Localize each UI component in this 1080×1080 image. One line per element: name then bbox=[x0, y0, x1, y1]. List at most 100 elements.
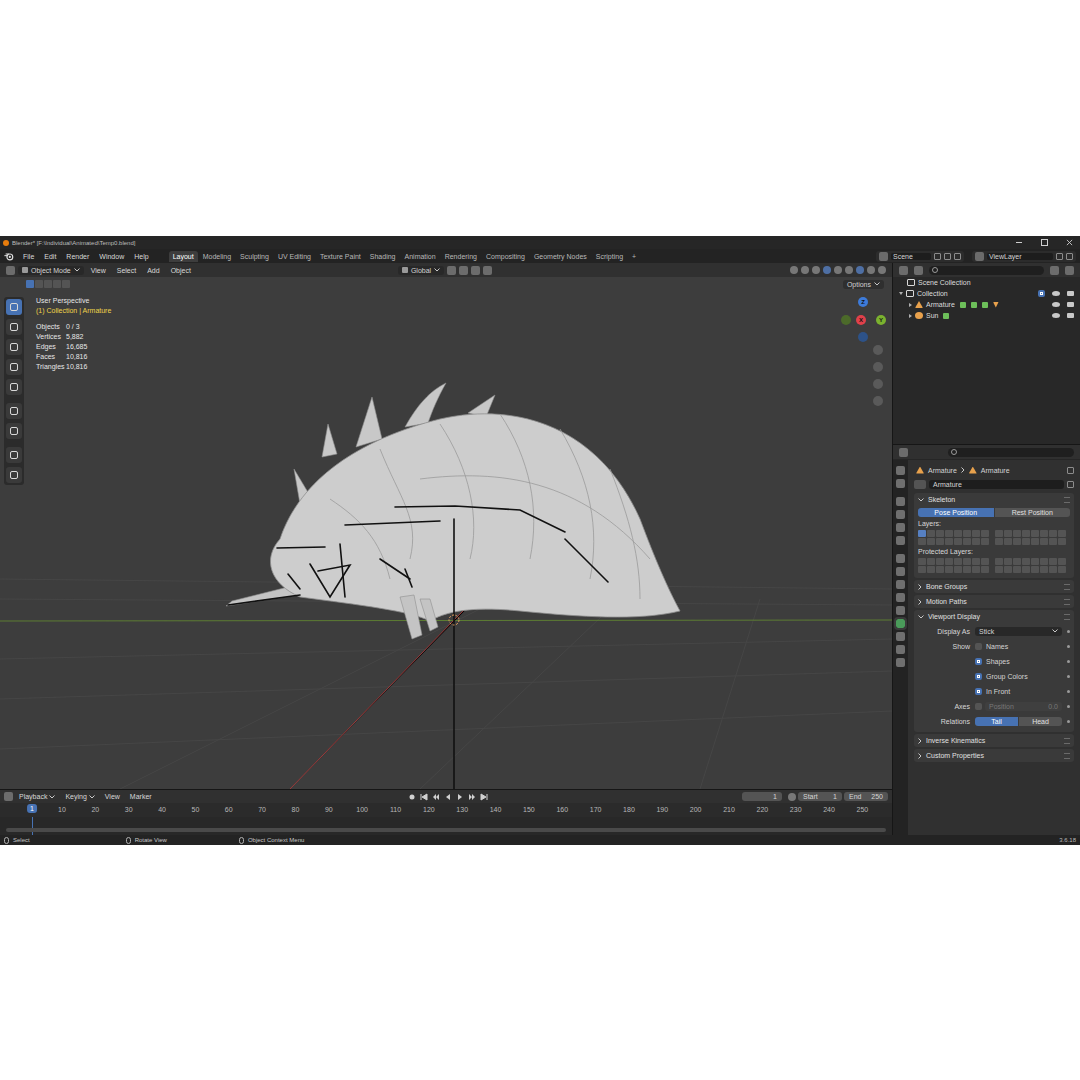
layer-toggle[interactable] bbox=[1058, 538, 1066, 545]
camera-icon[interactable] bbox=[1067, 302, 1074, 307]
physics-tab-icon[interactable] bbox=[896, 593, 905, 602]
pose-icon[interactable] bbox=[960, 302, 966, 308]
layer-toggle[interactable] bbox=[927, 530, 935, 537]
gizmo-icon[interactable] bbox=[812, 266, 820, 274]
browse-data-icon[interactable] bbox=[914, 480, 926, 489]
start-frame-field[interactable]: Start1 bbox=[798, 792, 842, 801]
protected-layer-toggle[interactable] bbox=[1013, 558, 1021, 565]
timeline-menu[interactable]: Keying bbox=[61, 793, 98, 800]
neg-y-axis-icon[interactable] bbox=[841, 315, 851, 325]
wireframe-icon[interactable] bbox=[845, 266, 853, 274]
keyframe-dot-icon[interactable] bbox=[1067, 720, 1070, 723]
jump-end-icon[interactable] bbox=[480, 793, 488, 801]
fake-user-icon[interactable] bbox=[1067, 481, 1074, 488]
outliner-row[interactable]: Sun bbox=[893, 310, 1080, 321]
select-box-icon[interactable] bbox=[6, 299, 22, 315]
timeline-menu[interactable]: View bbox=[101, 793, 124, 800]
orientation-dropdown[interactable]: Global bbox=[398, 266, 444, 275]
solid-icon[interactable] bbox=[856, 266, 864, 274]
neg-z-axis-icon[interactable] bbox=[858, 332, 868, 342]
texture-tab-icon[interactable] bbox=[896, 658, 905, 667]
measure-icon[interactable] bbox=[6, 447, 22, 463]
relation-button[interactable]: Tail bbox=[975, 717, 1018, 726]
layer-toggle[interactable] bbox=[945, 538, 953, 545]
workspace-tab[interactable]: Rendering bbox=[441, 251, 481, 262]
menu-item[interactable]: Edit bbox=[40, 253, 60, 260]
select-intersect-icon[interactable] bbox=[62, 280, 70, 288]
layer-toggle[interactable] bbox=[927, 538, 935, 545]
layer-toggle[interactable] bbox=[1031, 530, 1039, 537]
protected-layer-toggle[interactable] bbox=[1040, 558, 1048, 565]
render-tab-icon[interactable] bbox=[896, 479, 905, 488]
rendered-icon[interactable] bbox=[878, 266, 886, 274]
collection-tab-icon[interactable] bbox=[896, 554, 905, 563]
panel-header[interactable]: Viewport Display bbox=[914, 610, 1074, 623]
layer-toggle[interactable] bbox=[1040, 530, 1048, 537]
light-data-icon[interactable] bbox=[943, 313, 949, 319]
timeline-scrollbar[interactable] bbox=[6, 828, 886, 832]
maximize-icon[interactable] bbox=[1033, 236, 1055, 249]
armature-data-tab-icon[interactable] bbox=[896, 619, 905, 628]
protected-layer-toggle[interactable] bbox=[981, 566, 989, 573]
workspace-tab[interactable]: Texture Paint bbox=[316, 251, 365, 262]
cursor-icon[interactable] bbox=[6, 319, 22, 335]
pin-icon[interactable] bbox=[1067, 467, 1074, 474]
3d-viewport[interactable]: Object Mode ViewSelectAddObjectGlobal Op… bbox=[0, 263, 892, 789]
layer-toggle[interactable] bbox=[1013, 530, 1021, 537]
outliner-row[interactable]: Armature bbox=[893, 299, 1080, 310]
new-collection-icon[interactable] bbox=[1065, 266, 1074, 275]
protected-layer-toggle[interactable] bbox=[927, 558, 935, 565]
remove-icon[interactable] bbox=[1066, 253, 1073, 260]
axis-ball[interactable]: Z bbox=[858, 297, 868, 307]
protected-layer-toggle[interactable] bbox=[927, 566, 935, 573]
protected-layer-toggle[interactable] bbox=[1040, 566, 1048, 573]
keyframe-dot-icon[interactable] bbox=[1067, 675, 1070, 678]
relation-button[interactable]: Head bbox=[1019, 717, 1062, 726]
protected-layer-toggle[interactable] bbox=[963, 558, 971, 565]
blender-menu-icon[interactable] bbox=[4, 252, 14, 261]
protected-layer-toggle[interactable] bbox=[936, 566, 944, 573]
select-new-icon[interactable] bbox=[26, 280, 34, 288]
keyframe-dot-icon[interactable] bbox=[1067, 630, 1070, 633]
copy-icon[interactable] bbox=[1056, 253, 1063, 260]
protected-layer-toggle[interactable] bbox=[918, 566, 926, 573]
show-option[interactable]: In Front bbox=[975, 688, 1062, 695]
layer-toggle[interactable] bbox=[972, 530, 980, 537]
panel-header[interactable]: Motion Paths bbox=[914, 595, 1074, 608]
scene-tab-icon[interactable] bbox=[896, 523, 905, 532]
keyframe-dot-icon[interactable] bbox=[1067, 690, 1070, 693]
protected-layer-toggle[interactable] bbox=[1049, 566, 1057, 573]
overlay-icon[interactable] bbox=[823, 266, 831, 274]
viewport-menu[interactable]: Object bbox=[167, 267, 195, 274]
viewport-menu[interactable]: Select bbox=[113, 267, 140, 274]
workspace-tab[interactable]: Sculpting bbox=[236, 251, 273, 262]
protected-layer-toggle[interactable] bbox=[1031, 558, 1039, 565]
view-layer-selector[interactable]: ViewLayer bbox=[972, 251, 1076, 262]
workspace-tab[interactable]: Geometry Nodes bbox=[530, 251, 591, 262]
camera-icon[interactable] bbox=[1067, 291, 1074, 296]
layer-toggle[interactable] bbox=[963, 530, 971, 537]
protected-layer-toggle[interactable] bbox=[1058, 558, 1066, 565]
keyframe-dot-icon[interactable] bbox=[1067, 660, 1070, 663]
protected-layer-toggle[interactable] bbox=[972, 566, 980, 573]
snap-target-icon[interactable] bbox=[471, 266, 480, 275]
drag-handle-icon[interactable] bbox=[1064, 584, 1070, 590]
position-button[interactable]: Pose Position bbox=[918, 508, 994, 517]
outliner-search[interactable] bbox=[929, 266, 1044, 275]
layer-toggle[interactable] bbox=[954, 530, 962, 537]
protected-layer-toggle[interactable] bbox=[1022, 558, 1030, 565]
axes-checkbox[interactable] bbox=[975, 703, 982, 710]
select-invert-icon[interactable] bbox=[53, 280, 61, 288]
eye-icon[interactable] bbox=[1052, 291, 1060, 296]
rotate-icon[interactable] bbox=[6, 359, 22, 375]
drag-handle-icon[interactable] bbox=[1064, 614, 1070, 620]
next-keyframe-icon[interactable] bbox=[468, 793, 476, 801]
timeline-menu[interactable]: Marker bbox=[126, 793, 156, 800]
workspace-tab[interactable]: Scripting bbox=[592, 251, 627, 262]
keyframe-dot-icon[interactable] bbox=[1067, 705, 1070, 708]
play-reverse-icon[interactable] bbox=[444, 793, 452, 801]
display-as-dropdown[interactable]: Stick bbox=[975, 627, 1062, 636]
layer-toggle[interactable] bbox=[918, 530, 926, 537]
layer-toggle[interactable] bbox=[918, 538, 926, 545]
proportional-icon[interactable] bbox=[483, 266, 492, 275]
